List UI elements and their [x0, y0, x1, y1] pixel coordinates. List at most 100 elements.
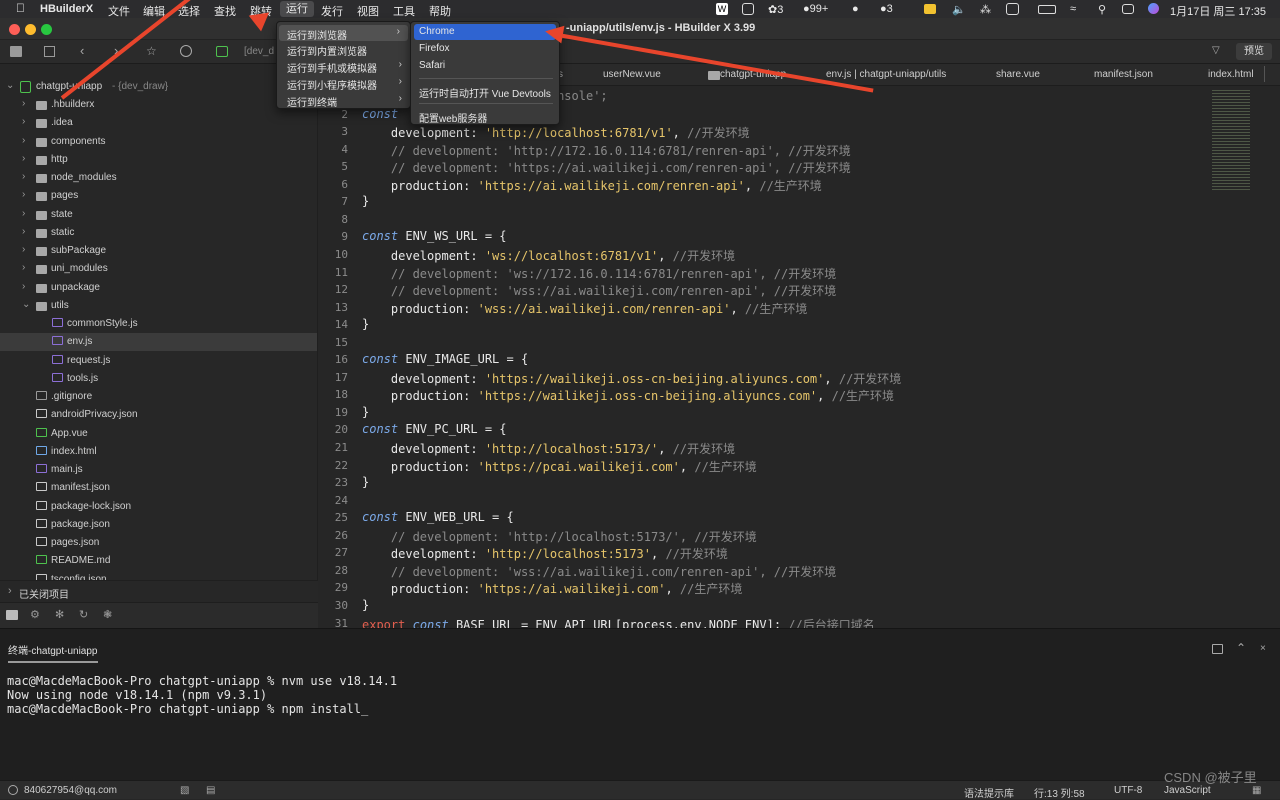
explorer-icon[interactable] [6, 610, 18, 620]
code-editor[interactable]: onsole'; const development: 'http://local… [352, 86, 1210, 628]
close-terminal-icon[interactable]: × [1260, 643, 1266, 654]
tree-item[interactable]: main.js [0, 461, 317, 479]
menu-publish[interactable]: 发行 [321, 3, 343, 19]
tree-item[interactable]: .gitignore [0, 388, 317, 406]
bluetooth-icon[interactable]: ⁂ [980, 3, 991, 16]
tree-item[interactable]: › .hbuilderx [0, 96, 317, 114]
tab-manifest[interactable]: manifest.json [1094, 69, 1153, 80]
menu-run-browser[interactable]: 运行到浏览器 › [279, 25, 408, 42]
wechat-work-icon[interactable]: ●3 [880, 3, 893, 15]
tree-item[interactable]: env.js [0, 333, 317, 352]
menu-find[interactable]: 查找 [214, 3, 236, 19]
menu-tools[interactable]: 工具 [393, 3, 415, 19]
maximize-window-button[interactable] [41, 24, 52, 35]
git-icon[interactable]: ↻ [79, 608, 88, 621]
tree-item[interactable]: › state [0, 206, 317, 224]
tree-item[interactable]: manifest.json [0, 479, 317, 497]
tree-item[interactable]: › uni_modules [0, 260, 317, 278]
star-icon[interactable]: ☆ [146, 44, 157, 58]
menu-safari[interactable]: Safari [411, 58, 559, 74]
console-toggle-icon[interactable]: ▤ [206, 785, 215, 796]
menu-web-server[interactable]: 配置web服务器 [411, 108, 559, 125]
tab-index-html[interactable]: index.html [1208, 69, 1254, 80]
encoding[interactable]: UTF-8 [1114, 785, 1142, 796]
app-menu-name[interactable]: HBuilderX [40, 3, 93, 15]
search-icon[interactable]: ⚲ [1098, 3, 1106, 16]
tab-env-js[interactable]: env.js | chatgpt-uniapp/utils [826, 69, 946, 80]
menu-help[interactable]: 帮助 [429, 3, 451, 19]
menu-run-builtin-browser[interactable]: 运行到内置浏览器 [277, 41, 410, 58]
bell-icon[interactable]: ●99+ [803, 3, 828, 15]
layout-icon[interactable]: ▦ [1252, 785, 1261, 796]
menu-run-terminal[interactable]: 运行到终端 › [277, 92, 410, 109]
wechat-icon[interactable]: ● [852, 3, 859, 15]
tree-item[interactable]: App.vue [0, 425, 317, 443]
debug-icon[interactable]: ⚙ [30, 608, 40, 621]
tree-item[interactable]: README.md [0, 552, 317, 570]
menu-run-miniprogram[interactable]: 运行到小程序模拟器 › [277, 75, 410, 92]
clipboard-icon[interactable] [1006, 3, 1019, 15]
menu-view[interactable]: 视图 [357, 3, 379, 19]
project-icon[interactable] [216, 46, 228, 57]
tree-item[interactable]: tools.js [0, 370, 317, 388]
tree-item[interactable]: › pages [0, 187, 317, 205]
siri-icon[interactable] [1148, 3, 1159, 14]
tree-item[interactable]: › static [0, 224, 317, 242]
minimize-window-button[interactable] [25, 24, 36, 35]
tree-item[interactable]: › subPackage [0, 242, 317, 260]
apple-logo-icon[interactable]:  [16, 1, 25, 15]
control-center-icon[interactable] [1122, 4, 1134, 14]
clock[interactable]: 1月17日 周三 17:35 [1170, 3, 1266, 19]
terminal-new-icon[interactable] [1212, 644, 1223, 654]
plugin-icon[interactable]: ❃ [103, 608, 112, 621]
terminal-toggle-icon[interactable]: ▧ [180, 785, 189, 796]
volume-icon[interactable]: 🔈 [952, 3, 966, 16]
menu-firefox[interactable]: Firefox [411, 41, 559, 57]
wps-icon[interactable]: W [716, 3, 728, 15]
syntax-hint[interactable]: 语法提示库 [964, 785, 1014, 800]
run-icon[interactable] [180, 45, 192, 57]
bird-icon[interactable]: ✿3 [768, 3, 783, 16]
menu-run[interactable]: 运行 [280, 1, 314, 17]
tab-usernew[interactable]: userNew.vue [603, 69, 661, 80]
new-file-icon[interactable] [10, 46, 22, 57]
project-root[interactable]: ⌄ chatgpt-uniapp - {dev_draw} [0, 78, 317, 96]
tree-item[interactable]: › components [0, 133, 317, 151]
tree-item[interactable]: › http [0, 151, 317, 169]
menu-vue-devtools[interactable]: 运行时自动打开 Vue Devtools [411, 83, 559, 100]
filter-icon[interactable]: ▽ [1212, 45, 1220, 56]
account-icon[interactable] [8, 785, 18, 795]
account-label[interactable]: 840627954@qq.com [24, 785, 117, 796]
menu-file[interactable]: 文件 [108, 3, 130, 19]
tab-share[interactable]: share.vue [996, 69, 1040, 80]
save-icon[interactable] [44, 46, 55, 57]
back-icon[interactable]: ‹ [80, 43, 84, 58]
tree-item[interactable]: package.json [0, 516, 317, 534]
close-window-button[interactable] [9, 24, 20, 35]
closed-projects[interactable]: › 已关闭项目 [0, 580, 318, 602]
tree-item[interactable]: pages.json [0, 534, 317, 552]
tree-item[interactable]: androidPrivacy.json [0, 406, 317, 424]
tree-item[interactable]: package-lock.json [0, 498, 317, 516]
minimap[interactable] [1210, 86, 1280, 628]
tree-item[interactable]: commonStyle.js [0, 315, 317, 333]
battery-icon[interactable] [1038, 5, 1056, 14]
notes-icon[interactable] [742, 3, 754, 15]
menu-run-phone[interactable]: 运行到手机或模拟器 › [277, 58, 410, 75]
preview-button[interactable]: 预览 [1236, 43, 1272, 60]
tree-item[interactable]: index.html [0, 443, 317, 461]
bug-icon[interactable]: ✻ [55, 608, 64, 621]
tree-item[interactable]: › .idea [0, 114, 317, 132]
terminal-tab[interactable]: 终端-chatgpt-uniapp [8, 642, 98, 663]
menu-chrome[interactable]: Chrome [414, 24, 556, 40]
terminal-panel[interactable]: 终端-chatgpt-uniapp ⌃ × mac@MacdeMacBook-P… [0, 628, 1280, 780]
tree-item[interactable]: › unpackage [0, 279, 317, 297]
wifi-icon[interactable]: ≈ [1070, 3, 1076, 15]
folder-menubar-icon[interactable] [924, 4, 936, 14]
cursor-position[interactable]: 行:13 列:58 [1034, 785, 1085, 800]
tree-item[interactable]: › node_modules [0, 169, 317, 187]
tree-item[interactable]: request.js [0, 352, 317, 370]
tree-item[interactable]: tsconfig.json [0, 571, 317, 580]
chevron-up-icon[interactable]: ⌃ [1236, 641, 1246, 655]
tree-item[interactable]: ⌄ utils [0, 297, 317, 315]
